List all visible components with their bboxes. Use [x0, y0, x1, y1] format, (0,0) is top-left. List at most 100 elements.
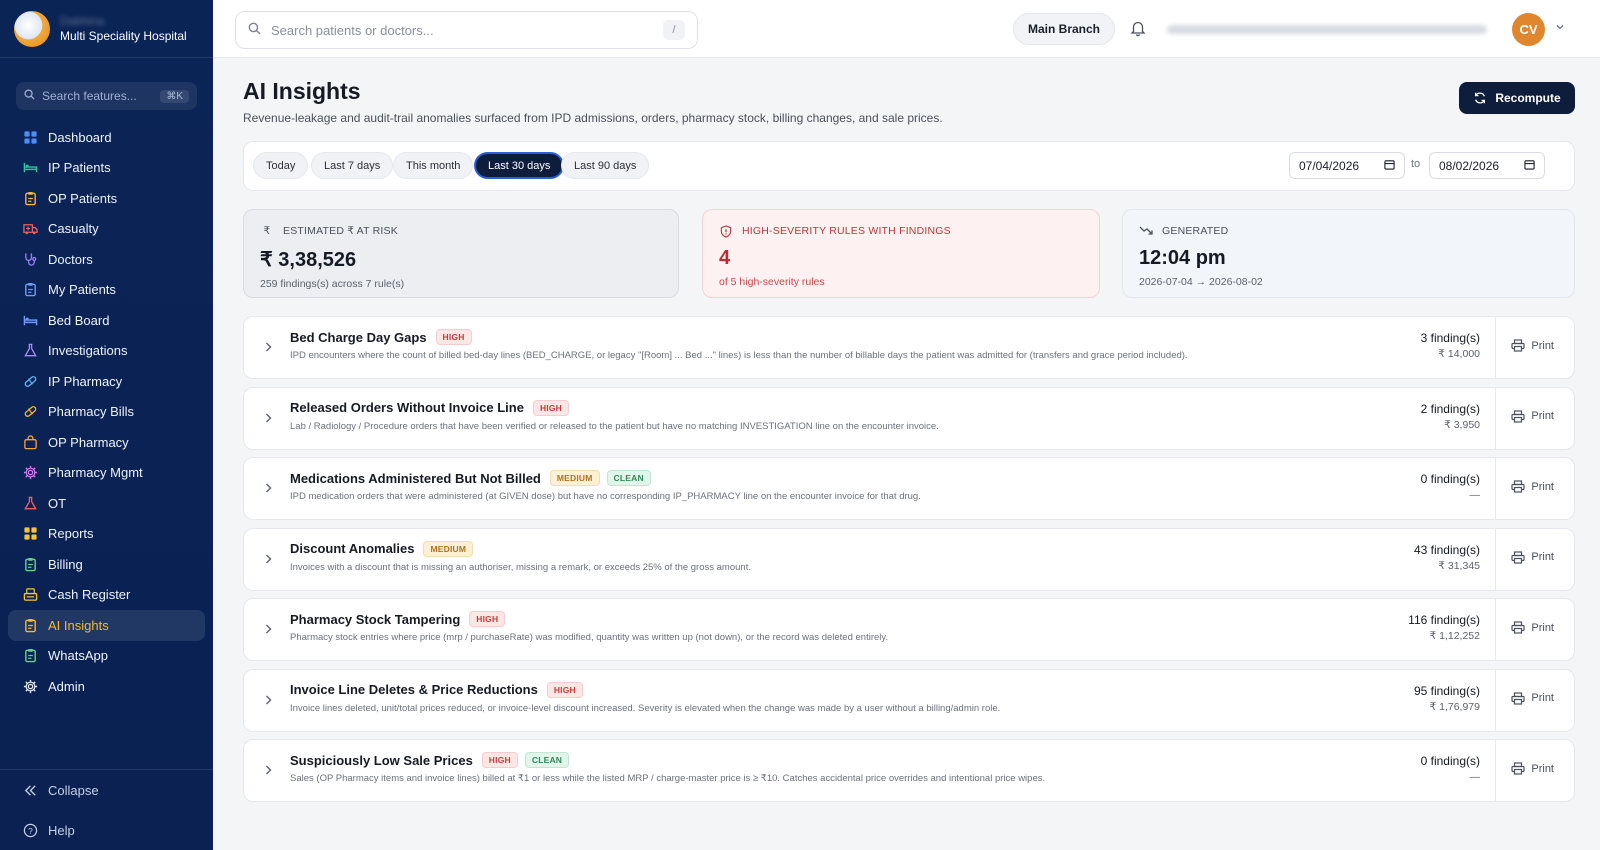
sidebar-item-casualty[interactable]: Casualty	[8, 214, 205, 245]
chevron-right-icon[interactable]	[264, 693, 273, 709]
rule-row[interactable]: Suspiciously Low Sale Prices HIGH CLEAN S…	[243, 739, 1575, 802]
calendar-icon[interactable]	[1384, 159, 1395, 173]
sidebar-item-label: Dashboard	[48, 129, 112, 145]
rule-title: Medications Administered But Not Billed	[290, 470, 541, 486]
refresh-icon	[1475, 92, 1486, 104]
rule-findings: 3 finding(s) ₹ 14,000	[1421, 331, 1480, 360]
print-button[interactable]: Print	[1511, 691, 1554, 705]
patient-search-input[interactable]: Search patients or doctors... /	[235, 11, 698, 49]
stat-generated-label: GENERATED	[1162, 225, 1229, 237]
gear-icon	[22, 465, 38, 481]
sidebar: Dakhina Multi Speciality Hospital Search…	[0, 0, 213, 850]
chip-last-7-days[interactable]: Last 7 days	[311, 152, 394, 179]
bell-icon[interactable]	[1129, 19, 1149, 39]
clipboard-icon	[22, 282, 38, 298]
sidebar-item-doctors[interactable]: Doctors	[8, 244, 205, 275]
print-button[interactable]: Print	[1511, 480, 1554, 493]
sidebar-item-pharmacy-mgmt[interactable]: Pharmacy Mgmt	[8, 458, 205, 489]
chip-last-90-days[interactable]: Last 90 days	[561, 152, 650, 179]
sidebar-item-label: My Patients	[48, 282, 116, 298]
sidebar-nav: Dashboard IP Patients OP Patients Casualty D…	[0, 122, 213, 702]
help-button[interactable]: ? Help	[0, 810, 213, 850]
feature-search-input[interactable]: Search features... ⌘K	[16, 82, 197, 110]
pill-icon	[22, 404, 38, 420]
rule-row[interactable]: Invoice Line Deletes & Price Reductions …	[243, 668, 1575, 732]
chip-last-30-days[interactable]: Last 30 days	[474, 152, 565, 179]
findings-count: 0 finding(s)	[1420, 754, 1480, 768]
print-label: Print	[1531, 551, 1554, 563]
sidebar-item-bed-board[interactable]: Bed Board	[8, 305, 205, 336]
print-button[interactable]: Print	[1511, 409, 1554, 423]
sidebar-item-ip-pharmacy[interactable]: IP Pharmacy	[8, 366, 205, 397]
sidebar-item-op-pharmacy[interactable]: OP Pharmacy	[8, 427, 205, 458]
rule-description: IPD encounters where the count of billed…	[290, 350, 1188, 361]
chevron-down-icon[interactable]	[1555, 22, 1565, 35]
trending-down-icon	[1139, 225, 1153, 237]
sidebar-item-admin[interactable]: Admin	[8, 671, 205, 702]
sidebar-item-billing[interactable]: Billing	[8, 549, 205, 580]
user-info-redacted	[1167, 25, 1487, 34]
sidebar-item-label: Pharmacy Bills	[48, 404, 134, 420]
page-subtitle: Revenue-leakage and audit-trail anomalie…	[243, 111, 943, 125]
branch-selector[interactable]: Main Branch	[1013, 13, 1116, 45]
sidebar-item-label: Billing	[48, 556, 83, 572]
printer-icon	[1511, 762, 1525, 775]
sidebar-item-label: OP Patients	[48, 190, 118, 206]
page-title: AI Insights	[243, 78, 361, 104]
rule-row[interactable]: Released Orders Without Invoice Line HIG…	[243, 386, 1575, 450]
print-button[interactable]: Print	[1511, 762, 1554, 775]
sidebar-item-my-patients[interactable]: My Patients	[8, 275, 205, 306]
rule-row[interactable]: Pharmacy Stock Tampering HIGH Pharmacy s…	[243, 598, 1575, 661]
print-button[interactable]: Print	[1511, 550, 1554, 564]
rule-title: Suspiciously Low Sale Prices	[290, 752, 473, 768]
findings-count: 0 finding(s)	[1420, 472, 1480, 486]
date-from-input[interactable]: 07/04/2026	[1289, 152, 1405, 179]
chip-this-month[interactable]: This month	[393, 152, 474, 179]
date-to-input[interactable]: 08/02/2026	[1429, 152, 1545, 179]
recompute-button[interactable]: Recompute	[1459, 82, 1575, 114]
chevron-right-icon[interactable]	[264, 340, 273, 356]
shortcut-hint: ⌘K	[160, 89, 189, 103]
findings-amount: —	[1469, 771, 1481, 783]
collapse-button[interactable]: Collapse	[0, 770, 213, 810]
sidebar-item-ai-insights[interactable]: AI Insights	[8, 610, 205, 641]
sidebar-item-ip-patients[interactable]: IP Patients	[8, 153, 205, 184]
sidebar-item-investigations[interactable]: Investigations	[8, 336, 205, 367]
chevron-right-icon[interactable]	[264, 411, 273, 427]
chip-today[interactable]: Today	[253, 152, 309, 179]
rule-description: Pharmacy stock entries where price (mrp …	[290, 632, 889, 643]
rule-findings: 116 finding(s) ₹ 1,12,252	[1408, 613, 1480, 642]
sidebar-item-whatsapp[interactable]: WhatsApp	[8, 641, 205, 672]
calendar-icon[interactable]	[1524, 159, 1535, 173]
rule-row[interactable]: Bed Charge Day Gaps HIGH IPD encounters …	[243, 316, 1575, 379]
divider	[1495, 458, 1496, 519]
brand[interactable]: Dakhina Multi Speciality Hospital	[0, 0, 213, 58]
print-button[interactable]: Print	[1511, 621, 1554, 634]
sidebar-item-ot[interactable]: OT	[8, 488, 205, 519]
rule-row[interactable]: Medications Administered But Not Billed …	[243, 457, 1575, 520]
sidebar-item-op-patients[interactable]: OP Patients	[8, 183, 205, 214]
avatar[interactable]: CV	[1512, 13, 1545, 46]
bed-icon	[22, 160, 38, 176]
sidebar-item-label: OP Pharmacy	[48, 434, 129, 450]
rule-title: Released Orders Without Invoice Line	[290, 400, 524, 415]
sidebar-item-dashboard[interactable]: Dashboard	[8, 122, 205, 153]
clipboard-icon	[22, 190, 38, 206]
chevron-right-icon[interactable]	[264, 552, 273, 568]
rule-title: Discount Anomalies	[290, 541, 415, 556]
stat-at-risk-foot: 259 findings(s) across 7 rule(s)	[260, 278, 405, 290]
print-button[interactable]: Print	[1511, 339, 1554, 352]
chevron-right-icon[interactable]	[264, 481, 273, 497]
help-icon: ?	[22, 822, 38, 838]
severity-badge: HIGH	[435, 329, 472, 345]
chevron-right-icon[interactable]	[264, 763, 273, 779]
rule-row[interactable]: Discount Anomalies MEDIUM Invoices with …	[243, 527, 1575, 591]
severity-badge: MEDIUM	[423, 540, 474, 557]
sidebar-item-cash-register[interactable]: Cash Register	[8, 580, 205, 611]
sidebar-item-pharmacy-bills[interactable]: Pharmacy Bills	[8, 397, 205, 428]
print-label: Print	[1531, 692, 1554, 704]
chevron-right-icon[interactable]	[264, 622, 273, 638]
sidebar-item-reports[interactable]: Reports	[8, 519, 205, 550]
severity-badge: HIGH	[469, 611, 506, 627]
grid-icon	[22, 526, 38, 542]
